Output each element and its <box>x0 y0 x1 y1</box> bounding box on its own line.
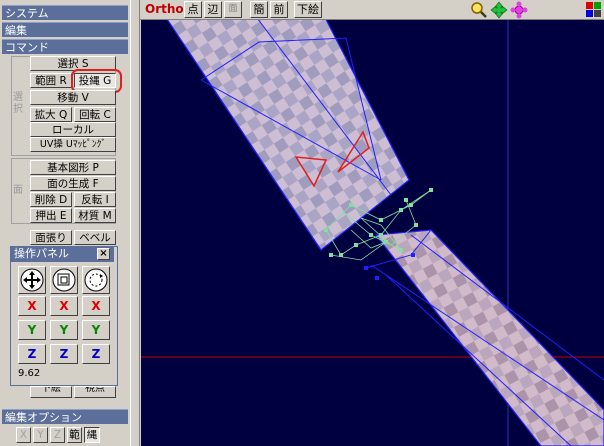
primitive-button[interactable]: 基本図形 P <box>30 160 116 175</box>
scale-tool-button[interactable] <box>50 266 78 294</box>
background-toggle-button[interactable]: 下絵 <box>294 1 322 18</box>
rotate-circle-icon <box>84 268 108 292</box>
zoom-icon[interactable] <box>470 1 488 19</box>
pan-icon[interactable] <box>490 1 508 19</box>
rotate-view-icon[interactable] <box>510 1 528 19</box>
front-view-button[interactable]: 前 <box>270 1 288 18</box>
view-mode-label[interactable]: Ortho <box>145 2 184 16</box>
rotate-tool-button[interactable] <box>82 266 110 294</box>
range-button[interactable]: 範囲 R <box>30 73 72 88</box>
axis-y-scale-button[interactable]: Y <box>50 320 78 340</box>
group2-label: 面 <box>13 185 23 196</box>
edge-mode-button[interactable]: 辺 <box>204 1 222 18</box>
color-palette-icon[interactable] <box>586 2 601 17</box>
option-x-button[interactable]: X <box>16 427 31 443</box>
command-group-label: 選択 <box>13 92 23 115</box>
background-image-button[interactable]: 下絵 <box>30 386 72 398</box>
section-system[interactable]: システム <box>2 5 128 20</box>
lower-arm-mesh <box>376 230 604 446</box>
create-face-button[interactable]: 面の生成 F <box>30 176 116 191</box>
vertex-mode-button[interactable]: 点 <box>184 1 202 18</box>
uv-button[interactable]: UV操 Uﾏｯﾋﾟﾝｸﾞ <box>30 137 116 152</box>
viewport-canvas[interactable] <box>141 20 604 446</box>
section-edit-options[interactable]: 編集オプション <box>2 409 128 424</box>
axis-x-move-button[interactable]: X <box>18 296 46 316</box>
simple-view-button[interactable]: 簡 <box>250 1 268 18</box>
flip-button[interactable]: 反転 I <box>74 192 116 207</box>
move-button[interactable]: 移動 V <box>30 90 116 105</box>
option-y-button[interactable]: Y <box>33 427 48 443</box>
axis-z-rotate-button[interactable]: Z <box>82 344 110 364</box>
3d-viewport[interactable] <box>141 20 604 446</box>
extrude-button[interactable]: 押出 E <box>30 208 72 223</box>
scale-button[interactable]: 拡大 Q <box>30 107 72 122</box>
axis-x-rotate-button[interactable]: X <box>82 296 110 316</box>
move-tool-button[interactable] <box>18 266 46 294</box>
value-readout: 9.62 <box>16 367 110 381</box>
option-z-button[interactable]: Z <box>50 427 65 443</box>
delete-button[interactable]: 削除 D <box>30 192 72 207</box>
local-button[interactable]: ローカル <box>30 122 116 137</box>
move-arrows-icon <box>20 268 44 292</box>
close-icon[interactable]: × <box>97 248 110 260</box>
face-mode-button[interactable]: 面 <box>224 1 242 18</box>
scale-box-icon <box>52 268 76 292</box>
viewpoint-button[interactable]: 視点 <box>74 386 116 398</box>
section-edit[interactable]: 編集 <box>2 22 128 37</box>
viewport-toolbar: Ortho 点 辺 面 簡 前 下絵 <box>140 0 604 20</box>
left-panel-scrollbar[interactable] <box>130 0 139 446</box>
axis-x-scale-button[interactable]: X <box>50 296 78 316</box>
bevel-button[interactable]: ベベル <box>74 230 116 245</box>
face-cut-button[interactable]: 面張り <box>30 230 72 245</box>
option-rope-button[interactable]: 縄 <box>84 427 100 443</box>
material-button[interactable]: 材質 M <box>74 208 116 223</box>
axis-z-scale-button[interactable]: Z <box>50 344 78 364</box>
option-range-button[interactable]: 範 <box>67 427 82 443</box>
section-command[interactable]: コマンド <box>2 39 128 54</box>
axis-y-rotate-button[interactable]: Y <box>82 320 110 340</box>
left-panel: システム 編集 コマンド 選択 選択 S 範囲 R 投縄 G 移動 V 拡大 Q… <box>0 0 140 446</box>
rotate-button[interactable]: 回転 C <box>74 107 116 122</box>
axis-z-move-button[interactable]: Z <box>18 344 46 364</box>
axis-y-move-button[interactable]: Y <box>18 320 46 340</box>
